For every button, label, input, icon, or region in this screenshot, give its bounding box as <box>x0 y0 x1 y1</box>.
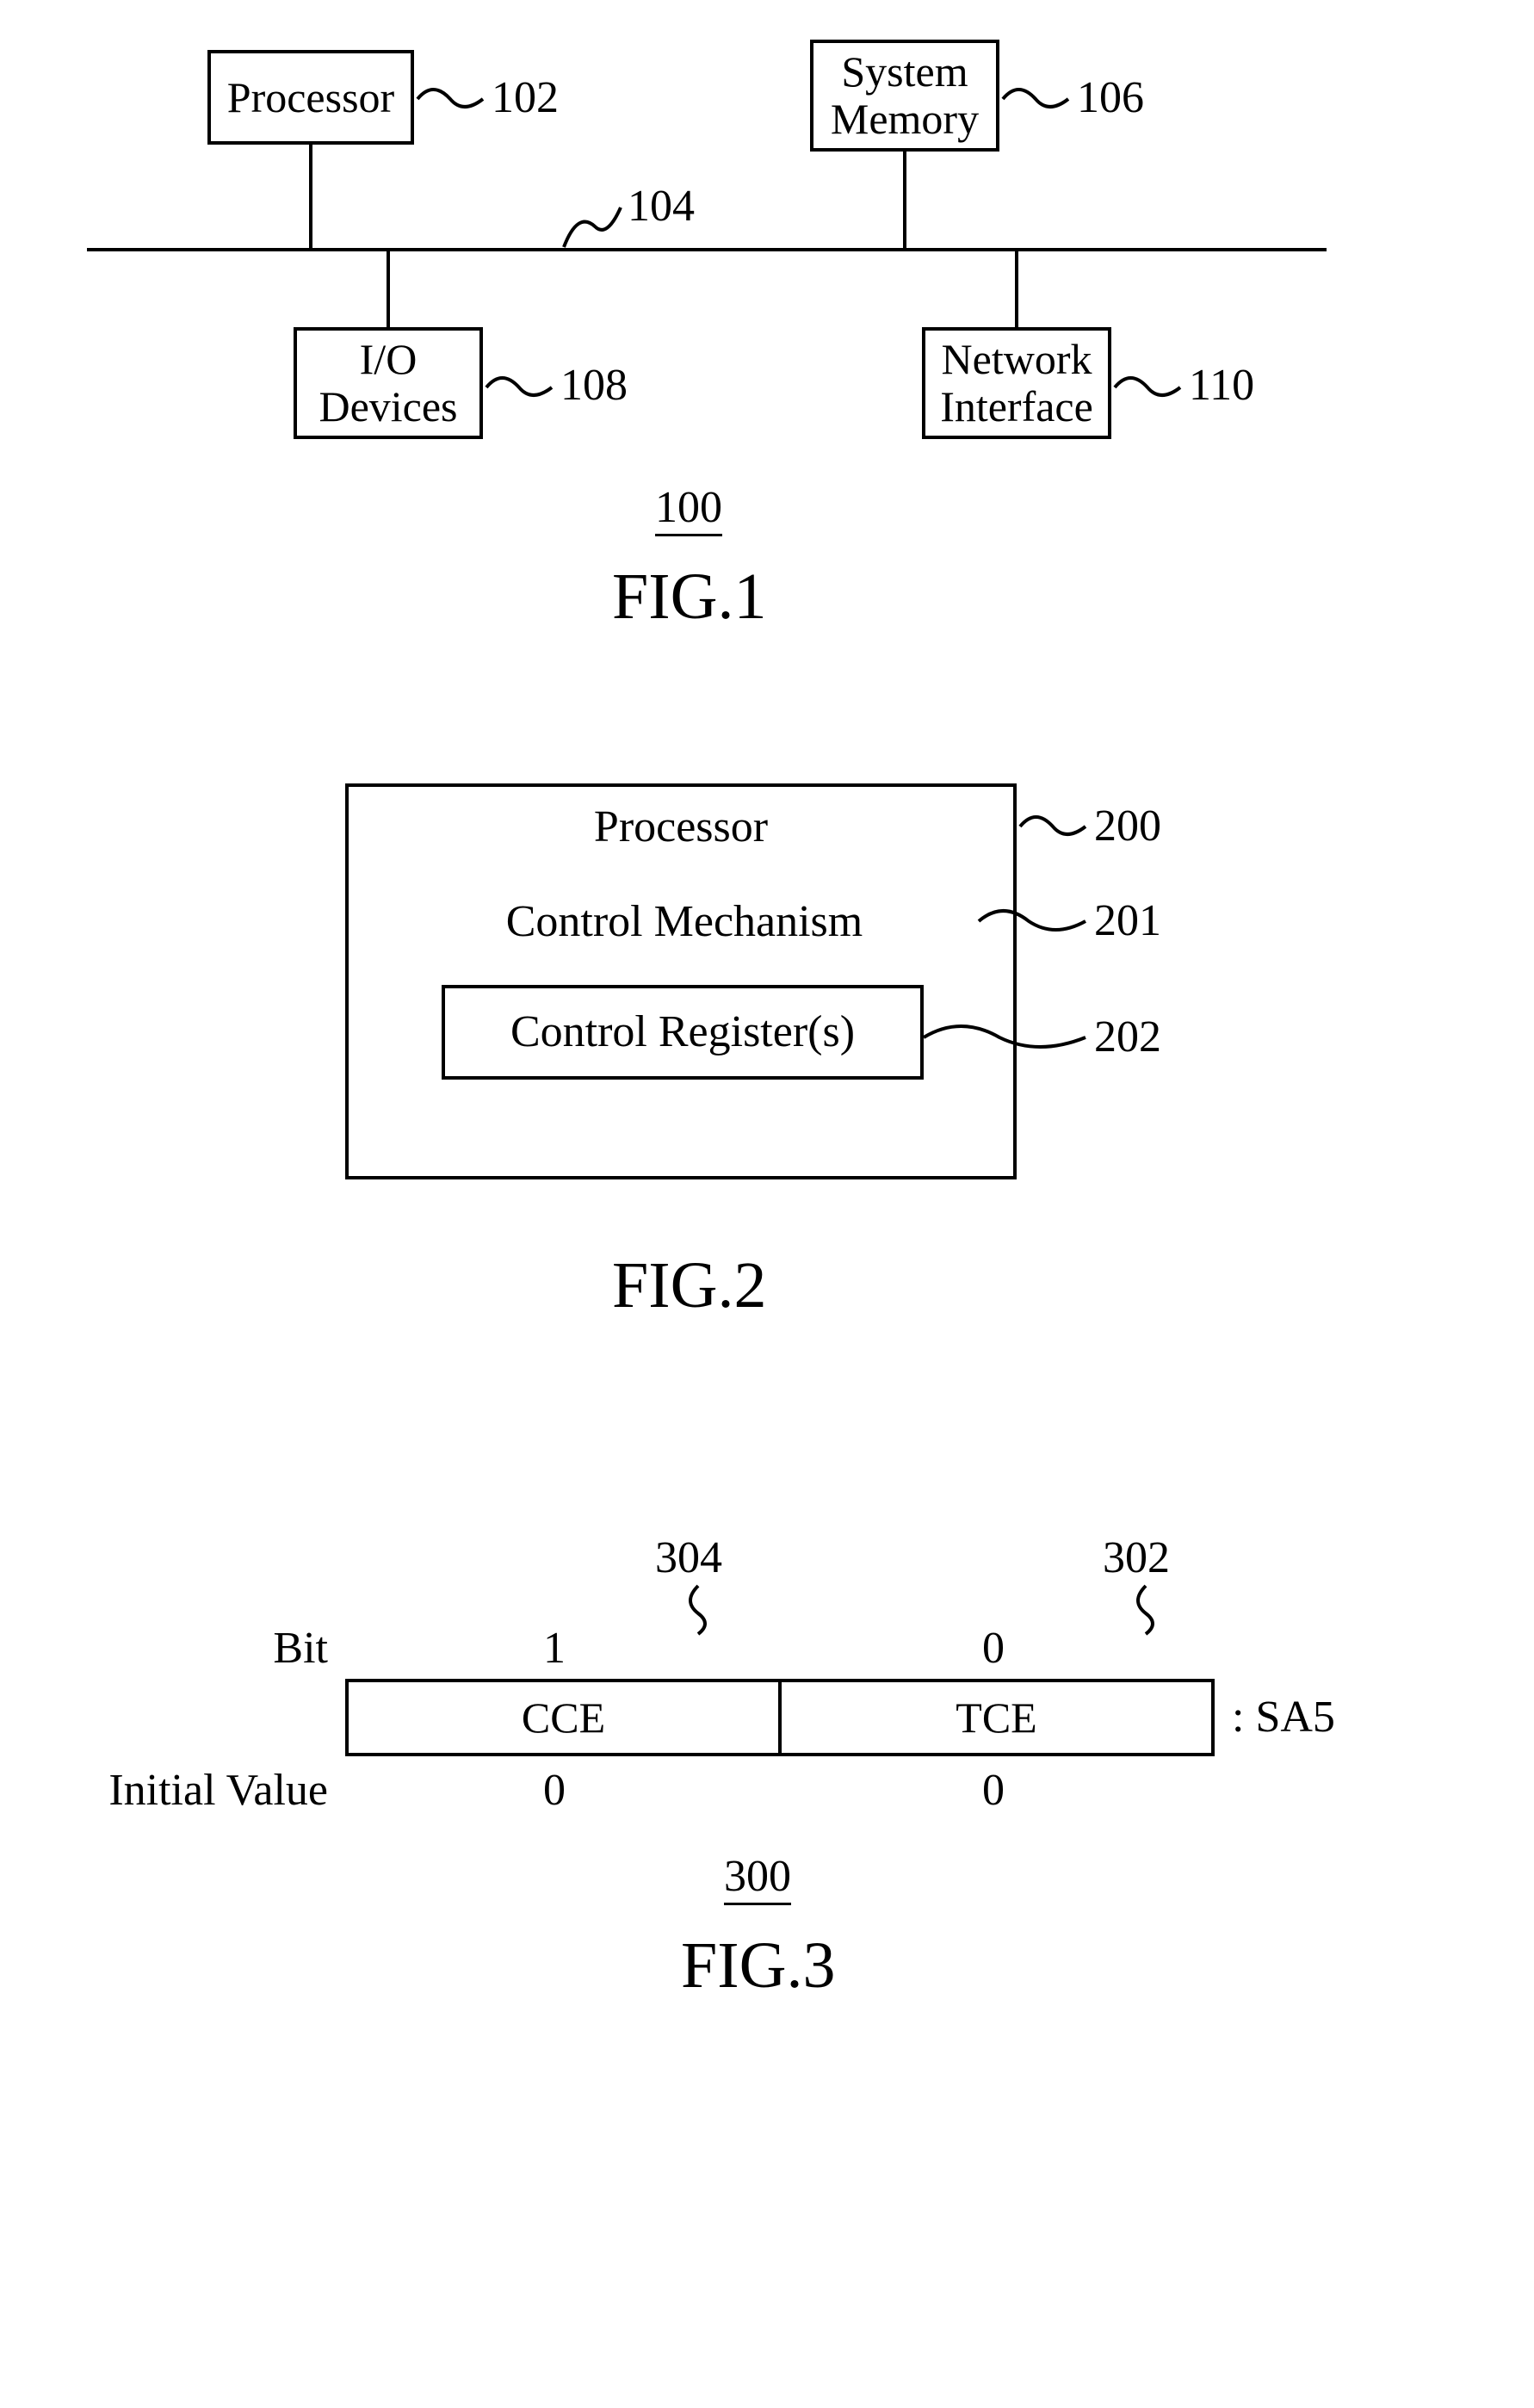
cce-cell: CCE <box>349 1682 782 1753</box>
processor-outer-lead <box>1018 809 1087 844</box>
control-mechanism-box: Control Mechanism Control Register(s) <box>390 882 979 1131</box>
figure-2-caption: FIG.2 <box>612 1248 766 1323</box>
processor-label: Processor <box>227 74 394 121</box>
processor-outer-box: Processor Control Mechanism Control Regi… <box>345 783 1017 1179</box>
memory-connector <box>903 152 906 248</box>
register-name-label: : SA5 <box>1232 1692 1335 1743</box>
register-box: CCE TCE <box>345 1679 1215 1756</box>
figure-2: Processor Control Mechanism Control Regi… <box>35 783 1499 1386</box>
initial-value-label: Initial Value <box>87 1765 328 1816</box>
net-ref: 110 <box>1189 360 1254 411</box>
cce-lead <box>681 1584 715 1636</box>
initial-value-left: 0 <box>543 1765 566 1816</box>
control-registers-ref: 202 <box>1094 1012 1161 1062</box>
processor-outer-ref: 200 <box>1094 801 1161 851</box>
control-registers-box: Control Register(s) <box>442 985 924 1080</box>
control-mechanism-lead <box>977 904 1087 938</box>
memory-lead <box>1001 82 1070 116</box>
control-registers-label: Control Register(s) <box>510 1007 855 1056</box>
figure-3: 304 302 Bit 1 0 CCE TCE : SA5 Initial Va… <box>35 1558 1499 2075</box>
io-ref: 108 <box>560 360 628 411</box>
initial-value-right: 0 <box>982 1765 1005 1816</box>
processor-connector <box>309 145 312 248</box>
figure-1: Processor 102 SystemMemory 106 104 I/ODe… <box>35 34 1499 654</box>
io-lead <box>485 370 554 405</box>
bit-0-label: 0 <box>982 1623 1005 1674</box>
figure-3-number: 300 <box>724 1851 791 1902</box>
memory-box: SystemMemory <box>810 40 999 152</box>
net-box: NetworkInterface <box>922 327 1111 439</box>
processor-outer-label: Processor <box>349 802 1013 851</box>
net-lead <box>1113 370 1182 405</box>
processor-ref: 102 <box>492 72 559 123</box>
bit-row-label: Bit <box>251 1623 328 1674</box>
control-mechanism-ref: 201 <box>1094 895 1161 946</box>
net-label: NetworkInterface <box>940 336 1093 430</box>
io-connector <box>387 251 390 327</box>
figure-1-caption: FIG.1 <box>612 560 766 634</box>
tce-ref: 302 <box>1103 1532 1170 1583</box>
control-registers-lead <box>922 1020 1087 1055</box>
bus-lead <box>562 202 622 250</box>
processor-box: Processor <box>207 50 414 145</box>
io-box: I/ODevices <box>294 327 483 439</box>
tce-lead <box>1129 1584 1163 1636</box>
bus-line <box>87 248 1327 251</box>
net-connector <box>1015 251 1018 327</box>
processor-lead <box>416 82 485 116</box>
io-label: I/ODevices <box>319 336 457 430</box>
memory-ref: 106 <box>1077 72 1144 123</box>
cce-ref: 304 <box>655 1532 722 1583</box>
tce-cell: TCE <box>782 1682 1211 1753</box>
figure-3-caption: FIG.3 <box>681 1928 835 2003</box>
memory-label: SystemMemory <box>831 48 979 143</box>
bit-1-label: 1 <box>543 1623 566 1674</box>
figure-1-number: 100 <box>655 482 722 533</box>
bus-ref: 104 <box>628 181 695 232</box>
control-mechanism-label: Control Mechanism <box>390 897 979 946</box>
